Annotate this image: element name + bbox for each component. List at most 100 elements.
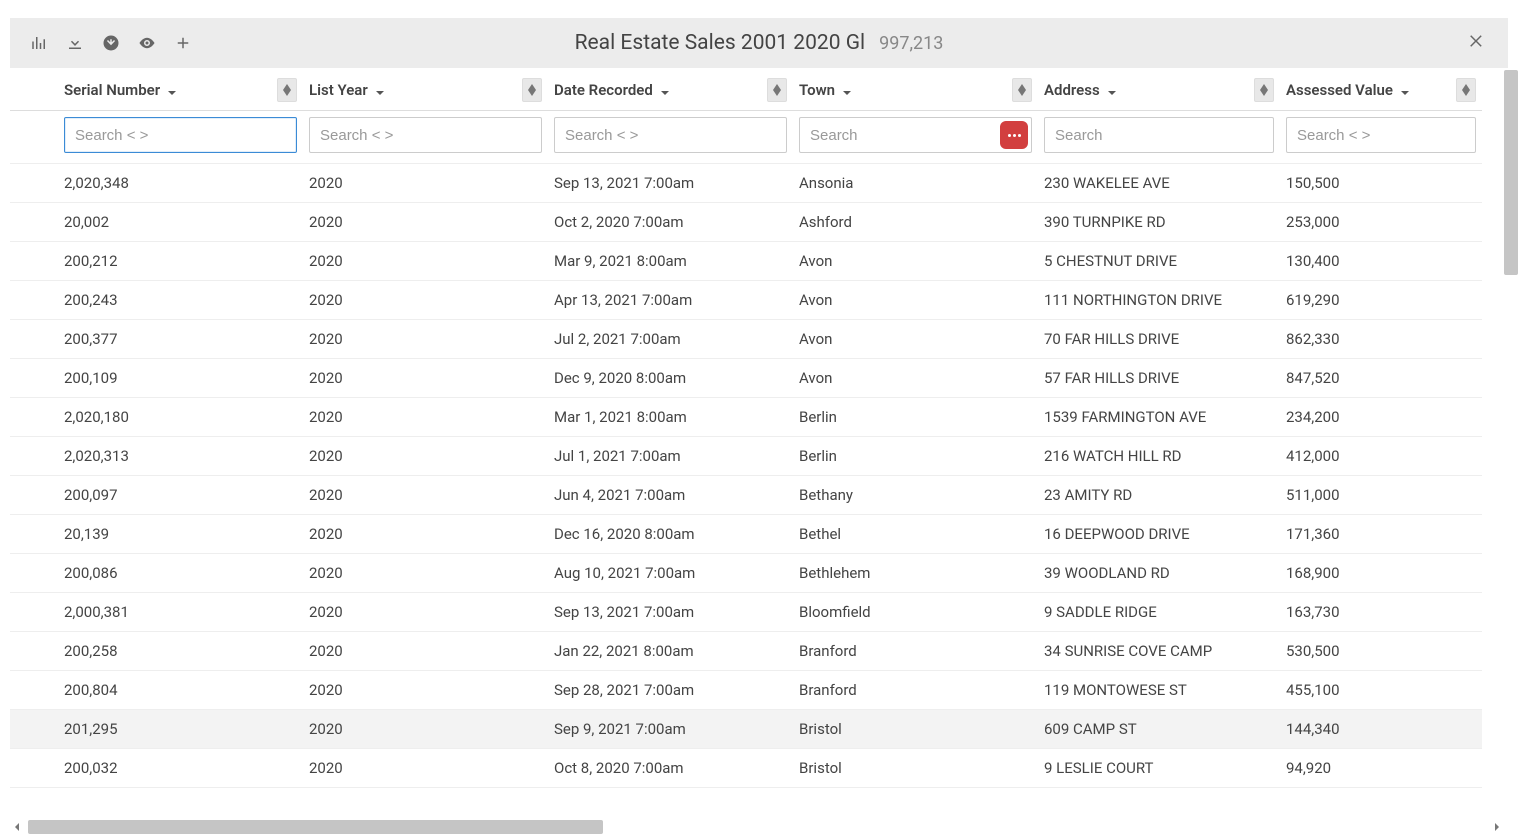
- table-row[interactable]: 200,0322020Oct 8, 2020 7:00amBristol9 LE…: [10, 749, 1482, 788]
- data-grid[interactable]: Serial Number List Year Date Recorded Town A…: [10, 68, 1508, 816]
- cell-year: 2020: [303, 281, 548, 320]
- cell-address: 1539 FARMINGTON AVE: [1038, 398, 1280, 437]
- table-row[interactable]: 200,3772020Jul 2, 2021 7:00amAvon70 FAR …: [10, 320, 1482, 359]
- cell-address: 216 WATCH HILL RD: [1038, 437, 1280, 476]
- cell-serial: 200,097: [58, 476, 303, 515]
- chevron-down-icon: [659, 85, 669, 95]
- cell-address: 9 LESLIE COURT: [1038, 749, 1280, 788]
- cell-date: Jul 2, 2021 7:00am: [548, 320, 793, 359]
- app-root: { "header": { "title": "Real Estate Sale…: [0, 0, 1518, 834]
- filter-input[interactable]: [1286, 117, 1476, 153]
- add-icon[interactable]: [172, 32, 194, 54]
- cell-town: Avon: [793, 281, 1038, 320]
- cell-serial: 20,139: [58, 515, 303, 554]
- cell-date: Jan 22, 2021 8:00am: [548, 632, 793, 671]
- cell-town: Bristol: [793, 710, 1038, 749]
- cell-address: 5 CHESTNUT DRIVE: [1038, 242, 1280, 281]
- filter-input[interactable]: [1044, 117, 1274, 153]
- vertical-scrollbar-thumb[interactable]: [1504, 70, 1518, 275]
- horizontal-scrollbar-thumb[interactable]: [28, 820, 603, 834]
- eye-icon[interactable]: [136, 32, 158, 54]
- scroll-right-arrow[interactable]: [1490, 820, 1504, 834]
- column-header[interactable]: Address: [1038, 68, 1280, 111]
- cell-town: Branford: [793, 671, 1038, 710]
- cell-assessed: 150,500: [1280, 164, 1482, 203]
- table-row[interactable]: 200,2122020Mar 9, 2021 8:00amAvon5 CHEST…: [10, 242, 1482, 281]
- download-icon[interactable]: [64, 32, 86, 54]
- filter-input[interactable]: [554, 117, 787, 153]
- table-row[interactable]: 200,1092020Dec 9, 2020 8:00amAvon57 FAR …: [10, 359, 1482, 398]
- column-header[interactable]: Town: [793, 68, 1038, 111]
- cell-assessed: 171,360: [1280, 515, 1482, 554]
- table-row[interactable]: 20,1392020Dec 16, 2020 8:00amBethel16 DE…: [10, 515, 1482, 554]
- sort-toggle[interactable]: [1456, 78, 1476, 102]
- cell-year: 2020: [303, 203, 548, 242]
- column-label[interactable]: Date Recorded: [554, 81, 669, 99]
- column-text: Serial Number: [64, 81, 160, 99]
- table-row[interactable]: 200,2582020Jan 22, 2021 8:00amBranford34…: [10, 632, 1482, 671]
- cell-town: Ansonia: [793, 164, 1038, 203]
- table-row[interactable]: 2,020,3482020Sep 13, 2021 7:00amAnsonia2…: [10, 164, 1482, 203]
- table-row[interactable]: 2,020,3132020Jul 1, 2021 7:00amBerlin216…: [10, 437, 1482, 476]
- column-text: Address: [1044, 81, 1100, 99]
- cell-year: 2020: [303, 749, 548, 788]
- column-label[interactable]: Assessed Value: [1286, 81, 1409, 99]
- cell-town: Bloomfield: [793, 593, 1038, 632]
- cell-town: Avon: [793, 359, 1038, 398]
- data-table: Serial Number List Year Date Recorded Town A…: [10, 68, 1482, 788]
- sort-toggle[interactable]: [522, 78, 542, 102]
- cell-date: Sep 28, 2021 7:00am: [548, 671, 793, 710]
- table-row[interactable]: 200,0862020Aug 10, 2021 7:00amBethlehem3…: [10, 554, 1482, 593]
- cell-year: 2020: [303, 476, 548, 515]
- cell-town: Berlin: [793, 437, 1038, 476]
- sort-toggle[interactable]: [767, 78, 787, 102]
- cell-year: 2020: [303, 398, 548, 437]
- cell-year: 2020: [303, 710, 548, 749]
- table-row[interactable]: 201,2952020Sep 9, 2021 7:00amBristol609 …: [10, 710, 1482, 749]
- cell-town: Bristol: [793, 749, 1038, 788]
- filter-cell: [548, 111, 793, 164]
- close-icon[interactable]: [1468, 32, 1486, 54]
- table-row[interactable]: 2,000,3812020Sep 13, 2021 7:00amBloomfie…: [10, 593, 1482, 632]
- chart-icon[interactable]: [28, 32, 50, 54]
- toolbar: Real Estate Sales 2001 2020 Gl 997,213: [10, 18, 1508, 68]
- filter-input[interactable]: [64, 117, 297, 153]
- update-icon[interactable]: [100, 32, 122, 54]
- cell-town: Bethel: [793, 515, 1038, 554]
- column-header[interactable]: Assessed Value: [1280, 68, 1482, 111]
- cell-year: 2020: [303, 671, 548, 710]
- cell-town: Bethany: [793, 476, 1038, 515]
- cell-date: Jul 1, 2021 7:00am: [548, 437, 793, 476]
- chevron-down-icon: [841, 85, 851, 95]
- cell-assessed: 847,520: [1280, 359, 1482, 398]
- table-row[interactable]: 2,020,1802020Mar 1, 2021 8:00amBerlin153…: [10, 398, 1482, 437]
- filter-input[interactable]: [799, 117, 1032, 153]
- cell-serial: 2,020,348: [58, 164, 303, 203]
- sort-toggle[interactable]: [1012, 78, 1032, 102]
- cell-assessed: 130,400: [1280, 242, 1482, 281]
- sort-toggle[interactable]: [1254, 78, 1274, 102]
- column-label[interactable]: Town: [799, 81, 851, 99]
- scroll-left-arrow[interactable]: [10, 820, 24, 834]
- table-row[interactable]: 200,0972020Jun 4, 2021 7:00amBethany23 A…: [10, 476, 1482, 515]
- table-row[interactable]: 200,8042020Sep 28, 2021 7:00amBranford11…: [10, 671, 1482, 710]
- filter-input[interactable]: [309, 117, 542, 153]
- filter-cell: [793, 111, 1038, 164]
- column-label[interactable]: Serial Number: [64, 81, 176, 99]
- column-label[interactable]: Address: [1044, 81, 1116, 99]
- table-row[interactable]: 20,0022020Oct 2, 2020 7:00amAshford390 T…: [10, 203, 1482, 242]
- cell-date: Dec 16, 2020 8:00am: [548, 515, 793, 554]
- column-header[interactable]: Date Recorded: [548, 68, 793, 111]
- chevron-down-icon: [1106, 85, 1116, 95]
- cell-date: Oct 8, 2020 7:00am: [548, 749, 793, 788]
- cell-serial: 20,002: [58, 203, 303, 242]
- column-header[interactable]: Serial Number: [58, 68, 303, 111]
- column-label[interactable]: List Year: [309, 81, 384, 99]
- cell-date: Mar 1, 2021 8:00am: [548, 398, 793, 437]
- filter-picker-button[interactable]: [1000, 121, 1028, 149]
- sort-toggle[interactable]: [277, 78, 297, 102]
- filter-cell: [58, 111, 303, 164]
- cell-assessed: 455,100: [1280, 671, 1482, 710]
- column-header[interactable]: List Year: [303, 68, 548, 111]
- table-row[interactable]: 200,2432020Apr 13, 2021 7:00amAvon111 NO…: [10, 281, 1482, 320]
